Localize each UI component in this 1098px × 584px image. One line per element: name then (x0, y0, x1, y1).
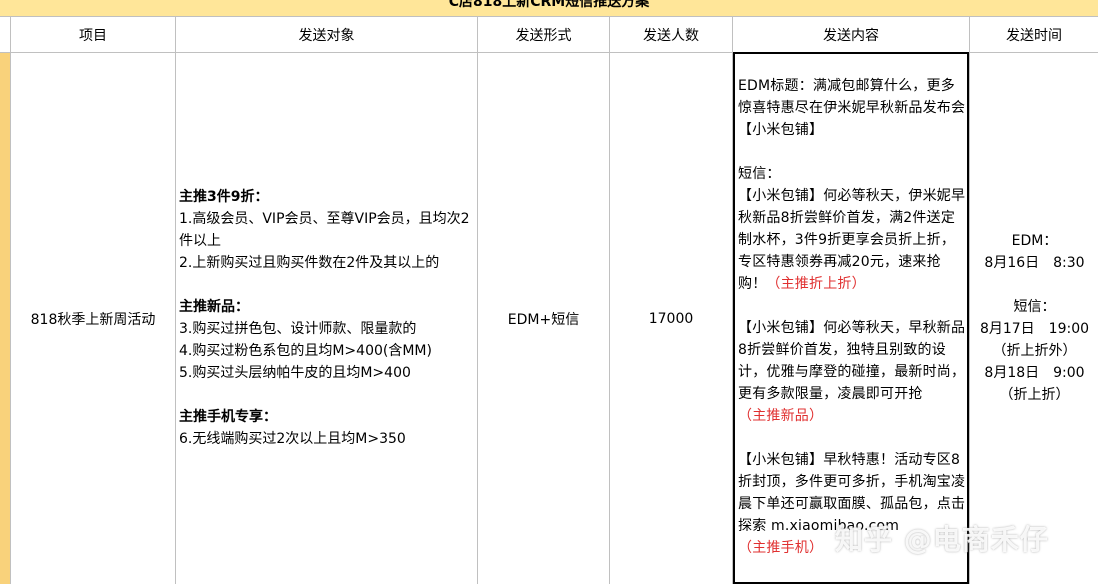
content-sms-1: 【小米包铺】何必等秋天，伊米妮早秋新品8折尝鲜价首发，满2件送定制水杯，3件9折… (738, 185, 968, 295)
content-sms-2: 【小米包铺】何必等秋天，早秋新品8折尝鲜价首发，独特且别致的设计，优雅与摩登的碰… (738, 317, 968, 427)
target-line: 4.购买过粉色系包的且均M>400(含MM) (179, 343, 432, 359)
content-sms-label: 短信： (738, 166, 781, 182)
target-group-discount: 主推3件9折： 1.高级会员、VIP会员、至尊VIP会员，且均次2件以上 2.上… (179, 186, 475, 274)
cell-form[interactable]: EDM+短信 (478, 53, 609, 584)
cell-content[interactable]: EDM标题：满减包邮算什么，更多惊喜特惠尽在伊米妮早秋新品发布会【小米包铺】 短… (738, 75, 968, 581)
grid-line (969, 16, 970, 584)
target-line: 2.上新购买过且购买件数在2件及其以上的 (179, 255, 440, 271)
target-group-head: 主推3件9折： (179, 189, 269, 205)
watermark: 知乎 @电商禾仔 (835, 523, 1049, 556)
cell-time[interactable]: EDM： 8月16日 8:30 短信： 8月17日 19:00 （折上折外） 8… (971, 230, 1098, 406)
target-group-head: 主推手机专享： (179, 409, 277, 425)
sms-tag: （主推折上折） (766, 276, 866, 292)
time-edm-label: EDM： (1011, 233, 1058, 249)
target-line: 6.无线端购买过2次以上且均M>350 (179, 431, 406, 447)
header-form[interactable]: 发送形式 (478, 17, 609, 52)
target-group-mobile: 主推手机专享： 6.无线端购买过2次以上且均M>350 (179, 406, 475, 450)
sms-tag: （主推新品） (738, 408, 824, 424)
target-line: 5.购买过头层纳帕牛皮的且均M>400 (179, 365, 411, 381)
header-content[interactable]: 发送内容 (733, 17, 969, 52)
header-time[interactable]: 发送时间 (970, 17, 1098, 52)
target-line: 3.购买过拼色包、设计师款、限量款的 (179, 321, 417, 337)
target-group-head: 主推新品： (179, 299, 249, 315)
sms-text: 【小米包铺】何必等秋天，早秋新品8折尝鲜价首发，独特且别致的设计，优雅与摩登的碰… (738, 320, 966, 402)
target-line: 1.高级会员、VIP会员、至尊VIP会员，且均次2件以上 (179, 211, 470, 249)
cell-count[interactable]: 17000 (610, 53, 732, 584)
header-project[interactable]: 项目 (11, 17, 175, 52)
cell-target[interactable]: 主推3件9折： 1.高级会员、VIP会员、至尊VIP会员，且均次2件以上 2.上… (179, 186, 475, 472)
time-edm-value: 8月16日 8:30 (984, 255, 1085, 271)
header-target[interactable]: 发送对象 (176, 17, 477, 52)
target-group-new: 主推新品： 3.购买过拼色包、设计师款、限量款的 4.购买过粉色系包的且均M>4… (179, 296, 475, 384)
header-count[interactable]: 发送人数 (610, 17, 732, 52)
grid-line (175, 16, 176, 584)
sms-tag: （主推手机） (738, 540, 824, 556)
cell-project[interactable]: 818秋季上新周活动 (11, 53, 175, 584)
time-sms-note-1: （折上折外） (992, 343, 1077, 359)
time-sms-label: 短信： (1013, 299, 1056, 315)
time-sms-value-2: 8月18日 9:00 (984, 365, 1085, 381)
time-sms-note-2: （折上折） (999, 387, 1070, 403)
content-edm-title: EDM标题：满减包邮算什么，更多惊喜特惠尽在伊米妮早秋新品发布会【小米包铺】 (738, 78, 966, 138)
time-sms-value-1: 8月17日 19:00 (979, 321, 1090, 337)
